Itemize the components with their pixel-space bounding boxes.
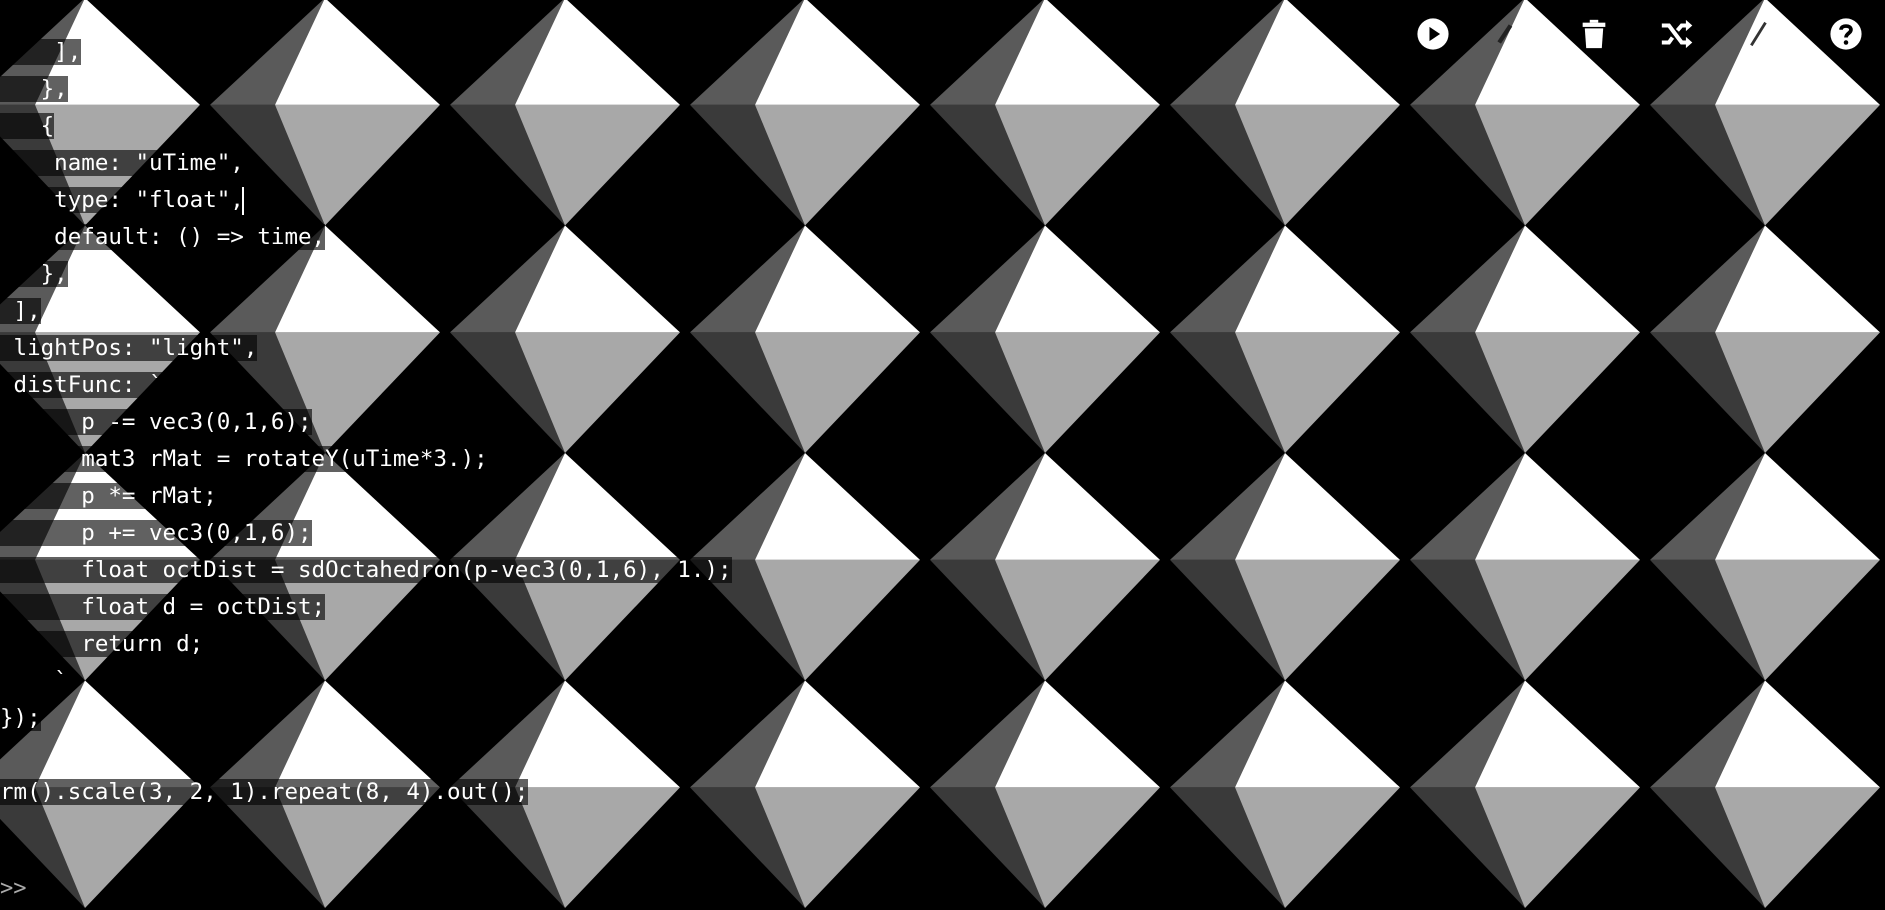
- code-line-3[interactable]: {: [0, 113, 55, 139]
- code-line-5[interactable]: type: "float",: [0, 187, 244, 213]
- code-line-11[interactable]: p -= vec3(0,1,6);: [0, 409, 312, 435]
- code-line-19[interactable]: });: [0, 705, 41, 731]
- clear-button[interactable]: [1574, 14, 1614, 54]
- code-line-15[interactable]: float octDist = sdOctahedron(p-vec3(0,1,…: [0, 557, 732, 583]
- code-line-14[interactable]: p += vec3(0,1,6);: [0, 520, 312, 546]
- share-icon: [1497, 24, 1513, 44]
- feather-icon: [1750, 21, 1767, 47]
- shuffle-button[interactable]: [1656, 14, 1696, 54]
- play-circle-icon: [1417, 18, 1449, 50]
- trash-icon: [1582, 19, 1606, 49]
- code-line-21[interactable]: rm().scale(3, 2, 1).repeat(8, 4).out();: [0, 779, 529, 805]
- code-line-18[interactable]: `: [0, 668, 68, 694]
- feather-button[interactable]: [1737, 14, 1777, 54]
- code-line-4[interactable]: name: "uTime",: [0, 150, 244, 176]
- code-line-16[interactable]: float d = octDist;: [0, 594, 326, 620]
- code-line-8[interactable]: ],: [0, 298, 41, 324]
- code-line-6[interactable]: default: () => time,: [0, 224, 326, 250]
- shuffle-icon: [1661, 19, 1693, 49]
- code-line-12[interactable]: mat3 rMat = rotateY(uTime*3.);: [0, 446, 488, 472]
- code-line-13[interactable]: p *= rMat;: [0, 483, 217, 509]
- help-button[interactable]: [1826, 14, 1866, 54]
- toolbar: [0, 14, 1885, 54]
- code-line-17[interactable]: return d;: [0, 631, 204, 657]
- run-button[interactable]: [1413, 14, 1453, 54]
- share-button[interactable]: [1482, 14, 1522, 54]
- code-line-10[interactable]: distFunc: `: [0, 372, 163, 398]
- code-line-9[interactable]: lightPos: "light",: [0, 335, 258, 361]
- code-editor[interactable]: ], }, { name: "uTime", type: "float", de…: [0, 0, 1885, 910]
- help-circle-icon: [1830, 18, 1862, 50]
- code-line-7[interactable]: },: [0, 261, 68, 287]
- code-line-2[interactable]: },: [0, 76, 68, 102]
- command-prompt[interactable]: >>: [0, 876, 1885, 904]
- text-cursor: [241, 186, 244, 215]
